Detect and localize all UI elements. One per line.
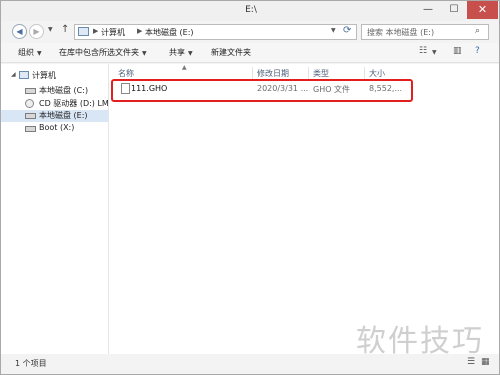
expand-arrow-icon[interactable]: ◢ bbox=[11, 71, 16, 78]
address-history-chevron-down-icon[interactable]: ▼ bbox=[331, 27, 336, 34]
column-divider[interactable] bbox=[252, 67, 253, 79]
arrow-right-icon: ▶ bbox=[33, 27, 40, 36]
search-input[interactable]: 搜索 本地磁盘 (E:) ⌕ bbox=[361, 24, 489, 40]
drive-icon bbox=[25, 126, 36, 132]
file-list: 名称 ▲ 修改日期 类型 大小 111.GHO 2020/3/31 ... GH… bbox=[109, 64, 499, 354]
chevron-down-icon[interactable]: ▼ bbox=[432, 49, 437, 56]
address-bar[interactable]: ▶ 计算机 ▶ 本地磁盘 (E:) ▼ ⟳ bbox=[74, 24, 357, 40]
minimize-button[interactable]: — bbox=[415, 1, 441, 19]
column-header-name[interactable]: 名称 bbox=[118, 68, 134, 79]
tree-item-label: CD 驱动器 (D:) LM bbox=[39, 99, 109, 108]
item-count: 1 个项目 bbox=[15, 359, 47, 368]
view-options-icon[interactable]: ☷ bbox=[419, 46, 427, 56]
organize-label: 组织 bbox=[18, 48, 34, 57]
column-header-type[interactable]: 类型 bbox=[313, 68, 329, 79]
search-placeholder: 搜索 本地磁盘 (E:) bbox=[367, 28, 435, 37]
sort-ascending-icon: ▲ bbox=[182, 64, 187, 71]
arrow-left-icon: ◀ bbox=[16, 27, 23, 36]
command-bar: 组织 ▼ 在库中包含所选文件夹 ▼ 共享 ▼ 新建文件夹 ☷ ▼ ▥ ? bbox=[1, 43, 499, 63]
highlight-annotation bbox=[111, 79, 413, 102]
computer-icon bbox=[78, 27, 89, 36]
explorer-window: E:\ — ☐ ✕ ◀ ▶ ▼ ↑ ▶ 计算机 ▶ 本地磁盘 (E:) ▼ ⟳ … bbox=[0, 0, 500, 375]
drive-icon bbox=[25, 88, 36, 94]
new-folder-button[interactable]: 新建文件夹 bbox=[211, 47, 251, 58]
column-header-modified[interactable]: 修改日期 bbox=[257, 68, 289, 79]
chevron-right-icon[interactable]: ▶ bbox=[137, 27, 142, 35]
watermark: 软件技巧 bbox=[356, 324, 484, 359]
help-icon[interactable]: ? bbox=[475, 46, 480, 56]
maximize-button[interactable]: ☐ bbox=[441, 1, 467, 19]
address-row: ◀ ▶ ▼ ↑ ▶ 计算机 ▶ 本地磁盘 (E:) ▼ ⟳ 搜索 本地磁盘 (E… bbox=[1, 21, 499, 43]
tree-item-label: 本地磁盘 (E:) bbox=[39, 111, 88, 120]
column-header-size[interactable]: 大小 bbox=[369, 68, 385, 79]
forward-button[interactable]: ▶ bbox=[29, 24, 44, 39]
share-button[interactable]: 共享 ▼ bbox=[169, 47, 193, 58]
organize-button[interactable]: 组织 ▼ bbox=[18, 47, 42, 58]
chevron-down-icon: ▼ bbox=[142, 50, 147, 57]
up-arrow-icon[interactable]: ↑ bbox=[61, 24, 69, 35]
computer-icon bbox=[19, 71, 29, 79]
tree-item-label: 本地磁盘 (C:) bbox=[39, 86, 89, 95]
include-in-library-label: 在库中包含所选文件夹 bbox=[59, 48, 139, 57]
tree-item-computer[interactable]: ◢ 计算机 bbox=[1, 70, 108, 82]
tree-item-drive-x[interactable]: Boot (X:) bbox=[1, 123, 108, 135]
cd-drive-icon bbox=[25, 99, 34, 108]
tree-item-drive-c[interactable]: 本地磁盘 (C:) bbox=[1, 85, 108, 97]
column-divider[interactable] bbox=[308, 67, 309, 79]
back-button[interactable]: ◀ bbox=[12, 24, 27, 39]
search-icon[interactable]: ⌕ bbox=[475, 26, 480, 36]
tree-item-label: Boot (X:) bbox=[39, 123, 75, 132]
share-label: 共享 bbox=[169, 48, 185, 57]
include-in-library-button[interactable]: 在库中包含所选文件夹 ▼ bbox=[59, 47, 147, 58]
chevron-down-icon: ▼ bbox=[188, 50, 193, 57]
column-divider[interactable] bbox=[364, 67, 365, 79]
tree-item-drive-d[interactable]: CD 驱动器 (D:) LM bbox=[1, 98, 109, 110]
tree-item-drive-e[interactable]: 本地磁盘 (E:) bbox=[1, 110, 108, 122]
title-bar: E:\ — ☐ ✕ bbox=[1, 1, 499, 21]
close-button[interactable]: ✕ bbox=[467, 1, 498, 19]
recent-locations-chevron-down-icon[interactable]: ▼ bbox=[48, 26, 53, 33]
preview-pane-icon[interactable]: ▥ bbox=[453, 46, 462, 56]
navigation-pane: ◢ 计算机 本地磁盘 (C:) CD 驱动器 (D:) LM 本地磁盘 (E:)… bbox=[1, 64, 109, 354]
tree-item-label: 计算机 bbox=[32, 71, 56, 80]
chevron-down-icon: ▼ bbox=[37, 50, 42, 57]
breadcrumb-computer[interactable]: 计算机 bbox=[101, 27, 125, 38]
breadcrumb-drive-e[interactable]: 本地磁盘 (E:) bbox=[145, 27, 194, 38]
refresh-icon[interactable]: ⟳ bbox=[343, 25, 351, 36]
chevron-right-icon[interactable]: ▶ bbox=[93, 27, 98, 35]
drive-icon bbox=[25, 113, 36, 119]
